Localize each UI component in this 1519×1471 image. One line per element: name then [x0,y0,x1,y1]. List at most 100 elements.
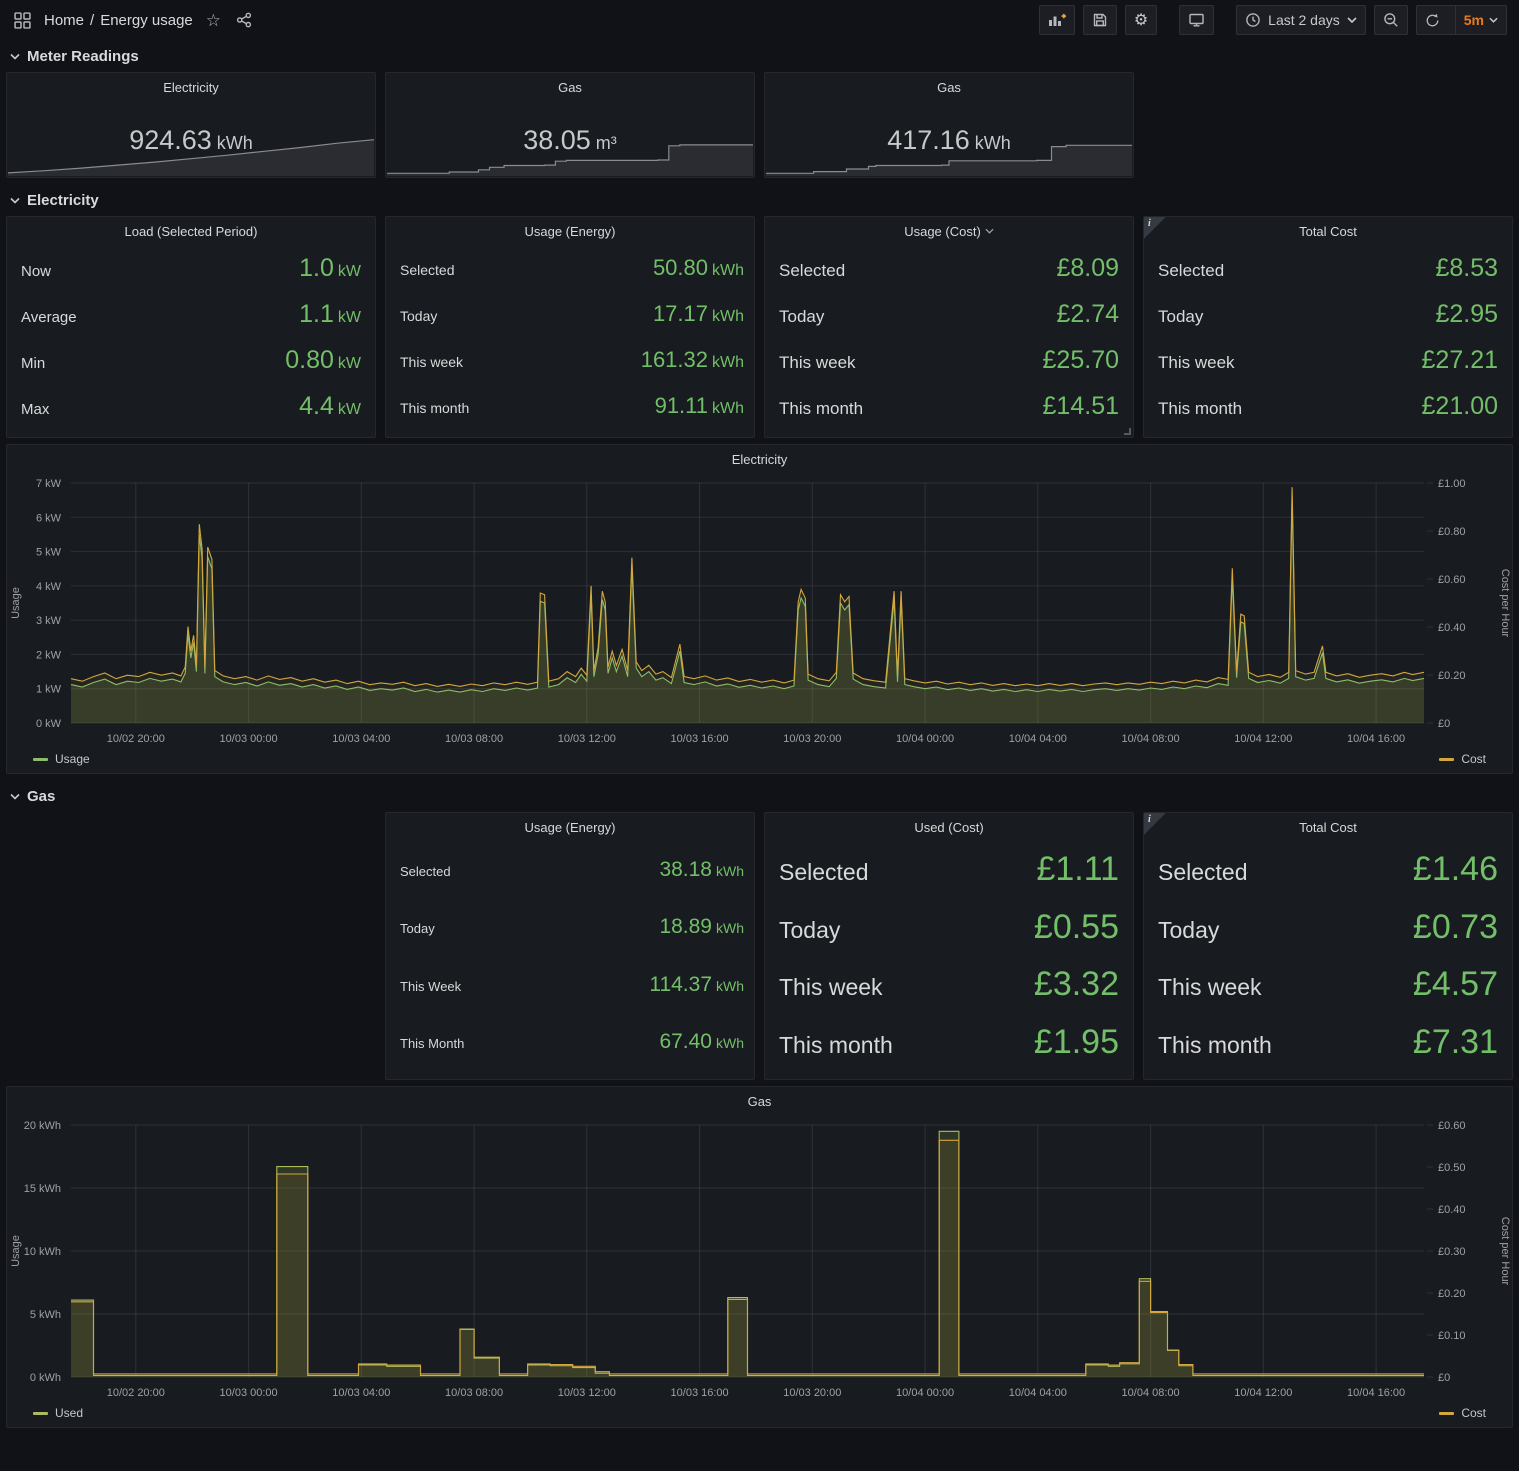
stat-row: This week£27.21 [1158,346,1498,375]
chevron-down-icon [1489,17,1498,23]
stat-row: Min0.80kW [21,346,361,375]
svg-text:10/03 08:00: 10/03 08:00 [445,733,503,745]
dashboards-grid-icon[interactable] [12,10,33,31]
svg-text:10/04 12:00: 10/04 12:00 [1234,1387,1292,1399]
svg-text:10/04 08:00: 10/04 08:00 [1122,733,1180,745]
svg-text:2 kW: 2 kW [36,649,62,661]
top-navigation-bar: Home / Energy usage ☆ ⚙ [0,0,1519,40]
panel-info-corner[interactable]: i [1144,217,1166,239]
breadcrumb-separator: / [90,12,94,29]
svg-text:10/04 16:00: 10/04 16:00 [1347,733,1405,745]
dashboard-settings-button[interactable]: ⚙ [1125,5,1157,35]
section-title: Gas [27,788,55,805]
svg-text:10/04 12:00: 10/04 12:00 [1234,733,1292,745]
section-meter-readings[interactable]: Meter Readings [6,40,1513,72]
svg-text:£0.60: £0.60 [1438,574,1466,586]
panel-title[interactable]: Total Cost [1144,813,1512,841]
time-range-picker[interactable]: Last 2 days [1236,5,1366,35]
meter-unit: kWh [975,133,1011,153]
zoom-out-button[interactable] [1374,5,1408,35]
stat-row: This week161.32kWh [400,347,744,373]
stat-row: Selected50.80kWh [400,255,744,281]
svg-text:10 kWh: 10 kWh [24,1246,61,1258]
stat-row: This month£7.31 [1158,1023,1498,1062]
panel-total-cost-gas: i Total Cost Selected£1.46 Today£0.73 Th… [1143,812,1513,1080]
panel-usage-energy: Usage (Energy) Selected50.80kWh Today17.… [385,216,755,438]
legend-item-usage[interactable]: Usage [33,752,90,766]
svg-text:£0.30: £0.30 [1438,1246,1466,1258]
usage-series-dash [33,758,48,761]
electricity-stats-row: Load (Selected Period) Now1.0kW Average1… [6,216,1513,438]
svg-text:Usage: Usage [10,587,22,619]
panel-title[interactable]: Gas [386,73,754,101]
panel-title[interactable]: Load (Selected Period) [7,217,375,245]
stat-row: Today18.89kWh [400,915,744,939]
stat-row: Today£2.74 [779,300,1119,329]
svg-text:0 kW: 0 kW [36,718,62,730]
stat-row: This month£1.95 [779,1023,1119,1062]
panel-title[interactable]: Total Cost [1144,217,1512,245]
meter-number: 417.16 [887,125,970,155]
save-dashboard-button[interactable] [1083,5,1117,35]
panel-title[interactable]: Used (Cost) [765,813,1133,841]
meter-number: 38.05 [523,125,591,155]
meter-value: 38.05m³ [386,125,754,156]
svg-text:0 kWh: 0 kWh [30,1372,61,1384]
panel-title[interactable]: Usage (Energy) [386,217,754,245]
star-icon: ☆ [206,12,221,29]
refresh-interval-dropdown[interactable]: 5m [1455,6,1506,34]
panel-title[interactable]: Electricity [7,445,1512,473]
gas-chart[interactable]: 0 kWh5 kWh10 kWh15 kWh20 kWh£0£0.10£0.20… [7,1115,1512,1403]
svg-text:£0: £0 [1438,1372,1450,1384]
electricity-chart[interactable]: 0 kW1 kW2 kW3 kW4 kW5 kW6 kW7 kW£0£0.20£… [7,473,1512,749]
legend-item-cost[interactable]: Cost [1439,1406,1486,1420]
svg-text:10/03 20:00: 10/03 20:00 [783,1387,841,1399]
stat-row: Today£0.55 [779,908,1119,947]
favorite-star-button[interactable]: ☆ [204,10,223,31]
panel-info-corner[interactable]: i [1144,813,1166,835]
refresh-button-group[interactable]: 5m [1416,5,1507,35]
panel-resize-handle[interactable] [1124,428,1131,435]
svg-text:10/02 20:00: 10/02 20:00 [107,733,165,745]
legend-item-cost[interactable]: Cost [1439,752,1486,766]
stat-row: Today17.17kWh [400,301,744,327]
svg-text:10/03 00:00: 10/03 00:00 [220,733,278,745]
panel-title[interactable]: Usage (Energy) [386,813,754,841]
add-panel-icon [1048,12,1066,28]
panel-load-selected-period: Load (Selected Period) Now1.0kW Average1… [6,216,376,438]
svg-text:15 kWh: 15 kWh [24,1183,61,1195]
legend-item-used[interactable]: Used [33,1406,83,1420]
stat-row: This month91.11kWh [400,393,744,419]
svg-text:20 kWh: 20 kWh [24,1120,61,1132]
add-panel-button[interactable] [1039,5,1075,35]
panel-total-cost-electricity: i Total Cost Selected£8.53 Today£2.95 Th… [1143,216,1513,438]
stat-row: Selected£1.11 [779,850,1119,889]
svg-text:10/04 04:00: 10/04 04:00 [1009,1387,1067,1399]
svg-text:10/02 20:00: 10/02 20:00 [107,1387,165,1399]
time-range-label: Last 2 days [1268,12,1340,28]
chevron-down-icon [1347,17,1357,23]
svg-text:10/04 00:00: 10/04 00:00 [896,1387,954,1399]
tv-mode-button[interactable] [1179,5,1214,35]
svg-text:£0.40: £0.40 [1438,1204,1466,1216]
section-electricity[interactable]: Electricity [6,184,1513,216]
breadcrumb: Home / Energy usage [44,12,193,29]
refresh-button[interactable] [1417,6,1448,34]
panel-title[interactable]: Electricity [7,73,375,101]
svg-text:10/04 08:00: 10/04 08:00 [1122,1387,1180,1399]
chevron-down-icon [10,793,20,800]
svg-text:3 kW: 3 kW [36,615,62,627]
svg-text:£0.20: £0.20 [1438,670,1466,682]
share-button[interactable] [234,10,254,30]
panel-title[interactable]: Gas [765,73,1133,101]
svg-text:10/04 16:00: 10/04 16:00 [1347,1387,1405,1399]
panel-title[interactable]: Gas [7,1087,1512,1115]
share-icon [236,12,252,28]
panel-title[interactable]: Usage (Cost) [765,217,1133,245]
svg-text:10/03 12:00: 10/03 12:00 [558,1387,616,1399]
breadcrumb-home[interactable]: Home [44,12,84,29]
svg-text:Cost per Hour: Cost per Hour [1499,569,1511,638]
section-gas[interactable]: Gas [6,780,1513,812]
stat-row: This Month67.40kWh [400,1030,744,1054]
stat-row: This month£14.51 [779,392,1119,421]
